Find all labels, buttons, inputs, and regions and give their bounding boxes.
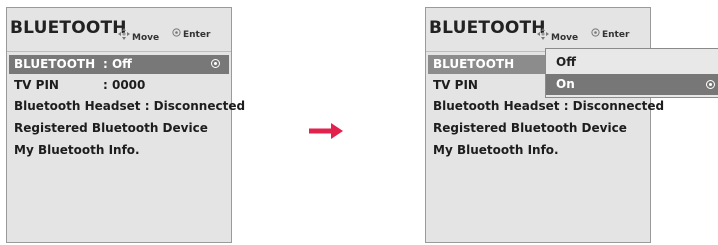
menu-item-bluetooth[interactable]: BLUETOOTH : Off [9,55,229,74]
bluetooth-menu-panel-before: BLUETOOTH Move Enter BLUETOOTH : Off TV … [6,7,245,243]
menu-item-label: Bluetooth Headset : Disconnected [14,99,246,113]
menu-title: BLUETOOTH [10,18,127,38]
menu-item-label: Registered Bluetooth Device [14,121,208,135]
enter-hint-label: Enter [183,30,211,40]
move-hint-label: Move [132,33,160,43]
menu-item-bluetooth-headset[interactable]: Bluetooth Headset : Disconnected [9,97,245,116]
option-off[interactable]: Off [546,52,718,73]
radio-selected-icon [211,59,220,68]
four-way-arrow-icon [537,28,549,43]
menu-item-label: TV PIN [14,78,59,92]
menu-item-label: TV PIN [433,78,478,92]
move-hint-label: Move [551,33,579,43]
enter-hint: Enter [172,28,210,40]
move-hint: Move [118,28,159,43]
menu-item-tv-pin[interactable]: TV PIN : 0000 [9,76,229,95]
menu-item-value: : 0000 [103,78,146,92]
menu-title: BLUETOOTH [429,18,546,38]
header-divider [7,51,231,52]
menu-item-label: BLUETOOTH [433,57,515,71]
menu-item-bluetooth[interactable]: BLUETOOTH [428,55,550,74]
menu-header: BLUETOOTH Move Enter [7,8,231,50]
enter-hint: Enter [591,28,629,40]
menu-item-label: My Bluetooth Info. [14,143,140,157]
menu-item-bluetooth-headset[interactable]: Bluetooth Headset : Disconnected [428,97,664,116]
option-label: Off [556,55,576,69]
bluetooth-menu-panel-after: BLUETOOTH Move Enter BLUETOOTH TV PIN Bl… [425,7,664,243]
menu-item-value: : Off [103,57,132,71]
menu-item-label: Registered Bluetooth Device [433,121,627,135]
right-arrow-icon [309,123,343,139]
menu-item-label: Bluetooth Headset : Disconnected [433,99,665,113]
menu-header: BLUETOOTH Move Enter [426,8,650,50]
menu-item-registered-device[interactable]: Registered Bluetooth Device [428,119,648,138]
menu-item-my-bluetooth-info[interactable]: My Bluetooth Info. [428,141,648,160]
bluetooth-option-popup: Off On [545,48,718,98]
menu-item-my-bluetooth-info[interactable]: My Bluetooth Info. [9,141,229,160]
option-on[interactable]: On [546,74,718,95]
move-hint: Move [537,28,578,43]
ok-button-icon [172,28,181,40]
menu-item-registered-device[interactable]: Registered Bluetooth Device [9,119,229,138]
option-label: On [556,77,575,91]
enter-hint-label: Enter [602,30,630,40]
menu-item-label: My Bluetooth Info. [433,143,559,157]
four-way-arrow-icon [118,28,130,43]
ok-button-icon [591,28,600,40]
radio-selected-icon [706,80,715,89]
menu-item-label: BLUETOOTH [14,57,96,71]
